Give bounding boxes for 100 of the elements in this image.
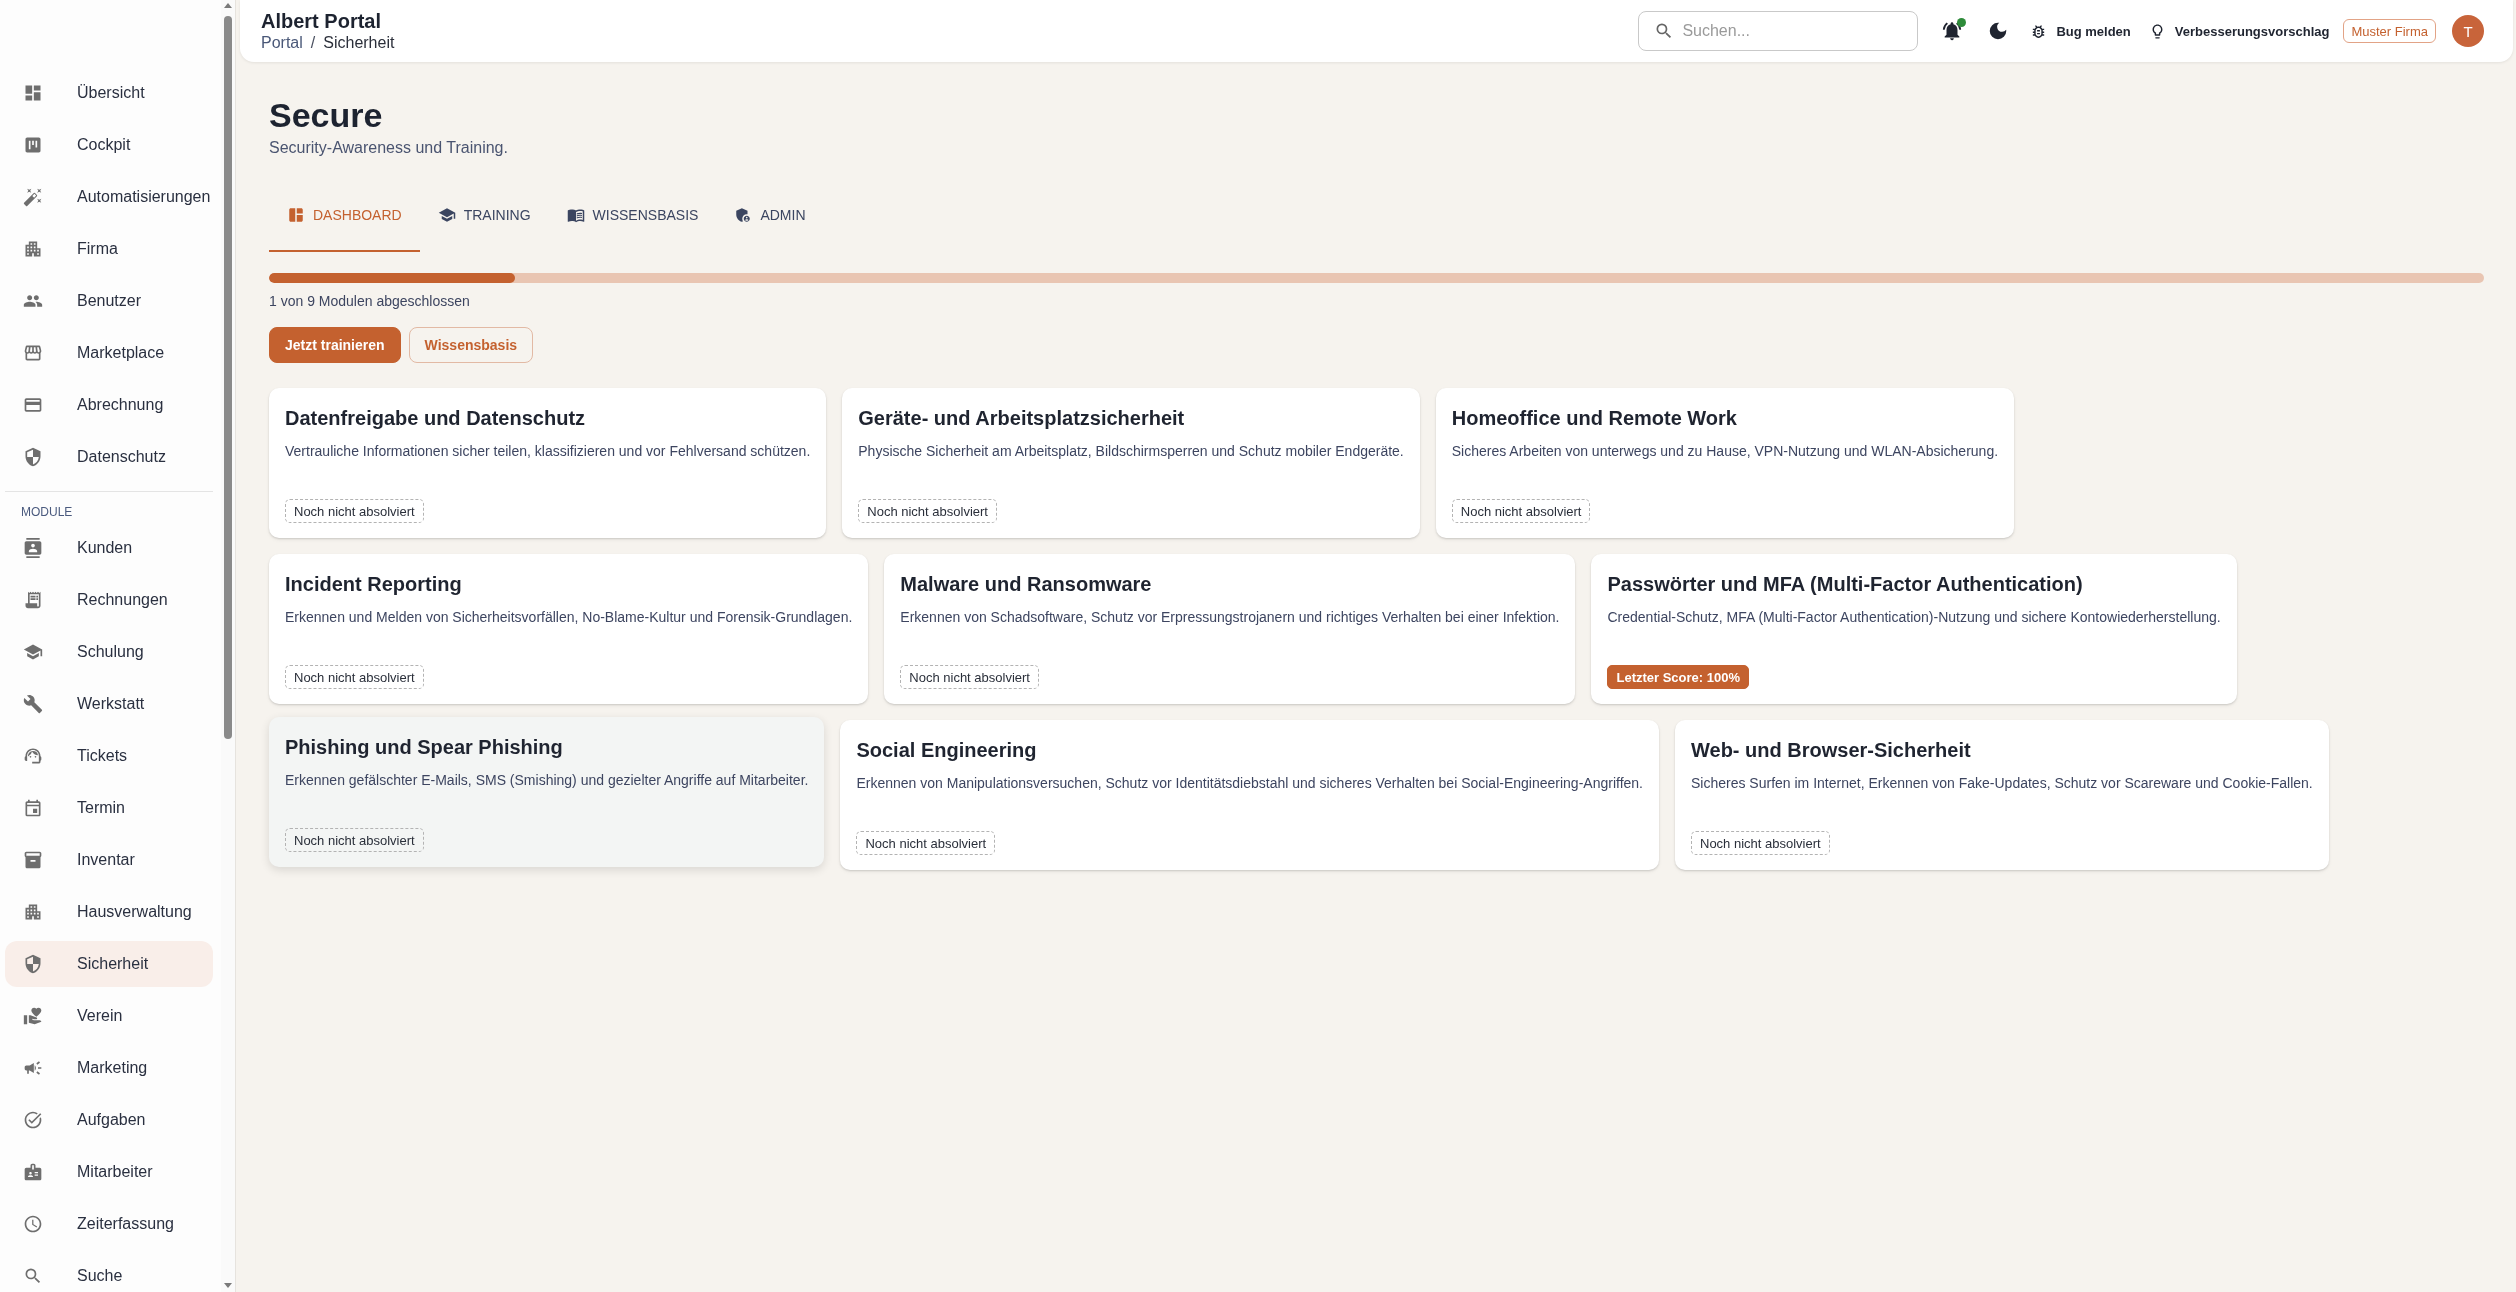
credit-card-icon: [23, 395, 43, 415]
sidebar-item[interactable]: Marketplace: [5, 330, 213, 376]
sidebar-item[interactable]: Benutzer: [5, 278, 213, 324]
storefront-icon: [23, 343, 43, 363]
sidebar-item[interactable]: Termin: [5, 785, 213, 831]
archive-box-icon: [23, 850, 43, 870]
card-title: Homeoffice und Remote Work: [1451, 406, 1737, 431]
card-description: Erkennen und Melden von Sicherheitsvorfällen, No-Blame-Kultur und Forensik-Grundlagen.: [285, 608, 853, 626]
card-description: Vertrauliche Informationen sicher teilen, klassifizieren und vor Fehlversand schützen.: [285, 442, 811, 460]
sidebar-item[interactable]: Rechnungen: [5, 577, 213, 623]
card-description: Erkennen von Schadsoftware, Schutz vor Erpressungstrojanern und richtiges Verhalten bei einer Infektion.: [900, 608, 1560, 626]
card-title: Datenfreigabe und Datenschutz: [285, 406, 586, 431]
sidebar-item[interactable]: Abrechnung: [5, 382, 213, 428]
sidebar-item[interactable]: Zeiterfassung: [5, 1201, 213, 1247]
sidebar-item[interactable]: Hausverwaltung: [5, 889, 213, 935]
status-badge: Noch nicht absolviert: [858, 499, 997, 523]
user-avatar[interactable]: T: [2452, 15, 2484, 47]
module-card[interactable]: Passwörter und MFA (Multi-Factor Authentication) Credential-Schutz, MFA (Multi-Factor Authentication)-Nutzung und sichere Kontowiederherstellung. Letzter Score: 100%: [1591, 554, 2237, 704]
graduation-cap-icon: [23, 642, 43, 662]
tab[interactable]: WISSENSBASIS: [548, 180, 717, 252]
page-subtitle: Security-Awareness und Training.: [269, 138, 509, 158]
receipt-icon: [23, 590, 43, 610]
headset-icon: [23, 746, 43, 766]
search-field[interactable]: Suchen...: [1638, 11, 1919, 51]
sidebar-item[interactable]: Aufgaben: [5, 1097, 213, 1143]
bell-icon: [1941, 20, 1964, 42]
sidebar-item[interactable]: Mitarbeiter: [5, 1149, 213, 1195]
status-badge: Noch nicht absolviert: [1691, 831, 1830, 855]
module-card[interactable]: Malware und Ransomware Erkennen von Schadsoftware, Schutz vor Erpressungstrojanern und richtiges Verhalten bei einer Infektion. Noch nicht absolviert: [884, 554, 1576, 704]
tab[interactable]: ADMIN: [716, 180, 824, 252]
tab[interactable]: TRAINING: [419, 180, 549, 252]
id-badge-icon: [23, 1162, 43, 1182]
module-card[interactable]: Phishing und Spear Phishing Erkennen gefälschter E-Mails, SMS (Smishing) und gezielter Angriffe auf Mitarbeiter. Noch nicht absolviert: [269, 717, 825, 867]
card-title: Geräte- und Arbeitsplatzsicherheit: [858, 406, 1185, 431]
status-badge: Letzter Score: 100%: [1607, 665, 1750, 689]
card-title: Malware und Ransomware: [900, 572, 1152, 597]
wrench-icon: [23, 694, 43, 714]
module-card[interactable]: Incident Reporting Erkennen und Melden von Sicherheitsvorfällen, No-Blame-Kultur und Forensik-Grundlagen. Noch nicht absolviert: [269, 554, 869, 704]
sidebar-item[interactable]: Datenschutz: [5, 434, 213, 480]
status-badge: Noch nicht absolviert: [285, 828, 424, 852]
sidebar-item[interactable]: Suche: [5, 1253, 213, 1292]
card-description: Physische Sicherheit am Arbeitsplatz, Bildschirmsperren und Schutz mobiler Endgeräte.: [858, 442, 1404, 460]
breadcrumb-link[interactable]: Portal: [261, 32, 303, 53]
module-card[interactable]: Web- und Browser-Sicherheit Sicheres Surfen im Internet, Erkennen von Fake-Updates, Schutz vor Scareware und Cookie-Fallen. Noch nicht absolviert: [1675, 720, 2329, 870]
sidebar-item[interactable]: Übersicht: [5, 70, 213, 116]
shield-icon: [23, 447, 43, 467]
card-description: Sicheres Arbeiten von unterwegs und zu Hause, VPN-Nutzung und WLAN-Absicherung.: [1451, 442, 1999, 460]
scrollbar-thumb[interactable]: [224, 16, 232, 739]
search-icon: [23, 1266, 43, 1286]
sidebar-item[interactable]: Schulung: [5, 629, 213, 675]
sidebar-item[interactable]: Inventar: [5, 837, 213, 883]
status-badge: Noch nicht absolviert: [856, 831, 996, 855]
module-card[interactable]: Social Engineering Erkennen von Manipulationsversuchen, Schutz vor Identitätsdiebstahl und sicheres Verhalten bei Social-Engineering-Angriffen. Noch nicht absolviert: [840, 720, 1659, 870]
scroll-down-icon[interactable]: [224, 1283, 232, 1288]
card-description: Credential-Schutz, MFA (Multi-Factor Authentication)-Nutzung und sichere Kontowiederherstellung.: [1607, 608, 2221, 626]
card-title: Phishing und Spear Phishing: [285, 735, 563, 760]
contact-card-icon: [23, 538, 43, 558]
sidebar-item[interactable]: Firma: [5, 226, 213, 272]
page-title: Secure: [269, 95, 384, 135]
app-title: Albert Portal: [261, 9, 383, 32]
card-title: Incident Reporting: [285, 572, 462, 597]
sidebar-item[interactable]: Sicherheit: [5, 941, 213, 987]
breadcrumb-current: Sicherheit: [323, 32, 395, 53]
dashboard-icon: [287, 206, 305, 224]
module-card[interactable]: Homeoffice und Remote Work Sicheres Arbeiten von unterwegs und zu Hause, VPN-Nutzung und WLAN-Absicherung. Noch nicht absolviert: [1435, 388, 2015, 538]
progress-caption: 1 von 9 Modulen abgeschlossen: [269, 292, 471, 311]
dashboard-icon: [23, 83, 43, 103]
building-icon: [23, 239, 43, 259]
calendar-icon: [23, 798, 43, 818]
status-badge: Noch nicht absolviert: [285, 665, 424, 689]
sidebar-item[interactable]: Marketing: [5, 1045, 213, 1091]
kanban-board-icon: [23, 135, 43, 155]
sidebar-item[interactable]: Tickets: [5, 733, 213, 779]
sidebar-item[interactable]: Kunden: [5, 525, 213, 571]
module-card[interactable]: Geräte- und Arbeitsplatzsicherheit Physische Sicherheit am Arbeitsplatz, Bildschirmsperren und Schutz mobiler Endgeräte. Noch nicht absolviert: [842, 388, 1420, 538]
clock-icon: [23, 1214, 43, 1234]
status-badge: Noch nicht absolviert: [285, 499, 424, 523]
suggestion-button[interactable]: Verbesserungsvorschlag: [2144, 15, 2334, 47]
hand-heart-icon: [23, 1006, 43, 1026]
scroll-up-icon[interactable]: [224, 3, 232, 8]
sidebar-item[interactable]: Automatisierungen: [5, 174, 213, 220]
card-description: Erkennen gefälschter E-Mails, SMS (Smishing) und gezielter Angriffe auf Mitarbeiter.: [285, 771, 809, 789]
card-title: Passwörter und MFA (Multi-Factor Authentication): [1607, 572, 2083, 597]
graduation-cap-icon: [437, 206, 456, 224]
company-badge[interactable]: Muster Firma: [2343, 19, 2436, 43]
section-heading: MODULE: [20, 504, 74, 521]
tab[interactable]: DASHBOARD: [269, 180, 420, 252]
magic-wand-icon: [23, 187, 43, 207]
sidebar-item[interactable]: Werkstatt: [5, 681, 213, 727]
breadcrumb-separator: /: [310, 32, 316, 53]
knowledge-base-button[interactable]: Wissensbasis: [408, 327, 534, 363]
sidebar-item[interactable]: Cockpit: [5, 122, 213, 168]
shield-icon: [23, 954, 43, 974]
bug-report-button[interactable]: Bug melden: [2026, 15, 2135, 47]
shield-person-icon: [734, 206, 753, 224]
card-description: Sicheres Surfen im Internet, Erkennen von Fake-Updates, Schutz vor Scareware und Cookie-Fallen.: [1691, 774, 2313, 792]
train-button[interactable]: Jetzt trainieren: [269, 327, 401, 363]
module-card[interactable]: Datenfreigabe und Datenschutz Vertrauliche Informationen sicher teilen, klassifizieren und vor Fehlversand schützen. Noch nicht absolviert: [269, 388, 827, 538]
book-icon: [566, 206, 585, 224]
sidebar-item[interactable]: Verein: [5, 993, 213, 1039]
